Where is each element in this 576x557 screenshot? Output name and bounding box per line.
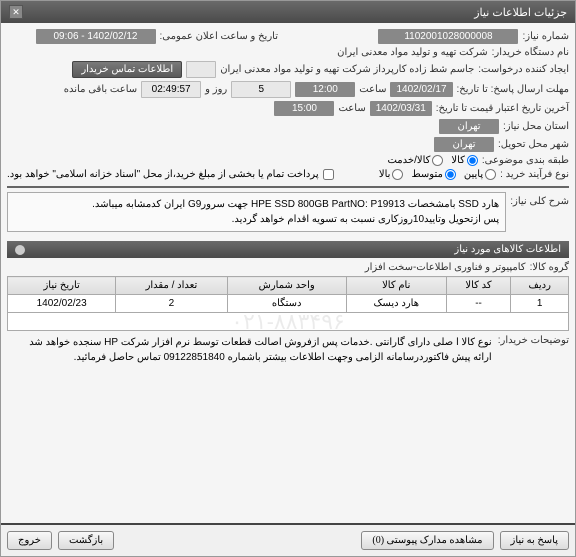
table-empty-row: ۰۲۱-۸۸۳۴۹۶ <box>8 313 569 331</box>
exit-button[interactable]: خروج <box>7 531 52 550</box>
payment-label: پرداخت تمام یا بخشی از مبلغ خرید،از محل … <box>7 169 319 180</box>
remaining-label: ساعت باقی مانده <box>64 84 137 95</box>
validity-time-label: ساعت <box>338 103 365 114</box>
collapse-icon[interactable] <box>15 245 25 255</box>
items-section-header: اطلاعات کالاهای مورد نیاز <box>7 241 569 258</box>
pt-low-input[interactable] <box>485 169 496 180</box>
cell-unit: دستگاه <box>227 295 346 313</box>
pack-label: طبقه بندی موضوعی: <box>482 155 569 166</box>
footer: پاسخ به نیاز مشاهده مدارک پیوستی (0) باز… <box>1 523 575 556</box>
pt-mid[interactable]: متوسط <box>411 169 455 180</box>
cell-code: -- <box>446 295 511 313</box>
separator <box>7 186 569 188</box>
requester-label: ایجاد کننده درخواست: <box>478 64 569 75</box>
content-area: شماره نیاز: 1102001028000008 تاریخ و ساع… <box>1 23 575 523</box>
th-unit: واحد شمارش <box>227 277 346 295</box>
pack-radio-group: کالا کالا/خدمت <box>387 155 477 166</box>
buyer-org-value: شرکت تهیه و تولید مواد معدنی ایران <box>337 47 488 58</box>
deadline-date-field: 1402/02/17 <box>390 82 452 97</box>
pack-radio-goods-service[interactable]: کالا/خدمت <box>387 155 443 166</box>
cell-name: هارد دیسک <box>346 295 446 313</box>
buyer-notes-text: نوع کالا ا صلی دارای گارانتی .خدمات پس ا… <box>7 335 492 365</box>
validity-date-field: 1402/03/31 <box>370 101 432 116</box>
pack-radio-gs-input[interactable] <box>432 155 443 166</box>
days-label: روز و <box>205 84 227 95</box>
cell-qty: 2 <box>116 295 227 313</box>
countdown-field: 02:49:57 <box>141 81 201 98</box>
pt-high-input[interactable] <box>392 169 403 180</box>
pt-high[interactable]: بالا <box>379 169 404 180</box>
watermark: ۰۲۱-۸۸۳۴۹۶ <box>231 309 345 335</box>
payment-checkbox[interactable] <box>323 169 334 180</box>
titlebar: جزئیات اطلاعات نیاز ✕ <box>1 1 575 23</box>
desc-line1: هارد SSD بامشخصات HPE SSD 800GB PartNO: … <box>14 197 499 212</box>
deadline-label: مهلت ارسال پاسخ: تا تاریخ: <box>457 84 569 95</box>
deadline-time-field: 12:00 <box>295 82 355 97</box>
window-title: جزئیات اطلاعات نیاز <box>474 6 567 19</box>
th-name: نام کالا <box>346 277 446 295</box>
th-qty: تعداد / مقدار <box>116 277 227 295</box>
items-table: ردیف کد کالا نام کالا واحد شمارش تعداد /… <box>7 276 569 331</box>
th-code: کد کالا <box>446 277 511 295</box>
desc-box: هارد SSD بامشخصات HPE SSD 800GB PartNO: … <box>7 192 506 232</box>
purchase-type-label: نوع فرآیند خرید : <box>500 169 569 180</box>
requester-spacer <box>186 61 216 78</box>
validity-time-field: 15:00 <box>274 101 334 116</box>
close-icon[interactable]: ✕ <box>9 5 23 19</box>
requester-value: جاسم شط زاده کارپرداز شرکت تهیه و تولید … <box>220 64 474 75</box>
pack-radio-goods-input[interactable] <box>467 155 478 166</box>
cell-date: 1402/02/23 <box>8 295 116 313</box>
deadline-time-label: ساعت <box>359 84 386 95</box>
purchase-type-group: پایین متوسط بالا <box>379 169 496 180</box>
need-loc-field: تهران <box>439 119 499 134</box>
pt-low[interactable]: پایین <box>464 169 496 180</box>
need-no-field: 1102001028000008 <box>378 29 518 44</box>
cell-idx: 1 <box>511 295 569 313</box>
announce-field: 1402/02/12 - 09:06 <box>36 29 156 44</box>
validity-label: آخرین تاریخ اعتبار قیمت تا تاریخ: <box>436 103 569 114</box>
need-no-label: شماره نیاز: <box>522 31 569 42</box>
buyer-org-label: نام دستگاه خریدار: <box>492 47 569 58</box>
desc-line2: پس ازتحویل وتایید10روزکاری نسبت به تسویه… <box>14 212 499 227</box>
goods-group-label: گروه کالا: <box>530 262 569 273</box>
deliver-loc-label: شهر محل تحویل: <box>498 139 569 150</box>
table-header-row: ردیف کد کالا نام کالا واحد شمارش تعداد /… <box>8 277 569 295</box>
payment-checkbox-row: پرداخت تمام یا بخشی از مبلغ خرید،از محل … <box>7 169 334 180</box>
th-idx: ردیف <box>511 277 569 295</box>
th-date: تاریخ نیاز <box>8 277 116 295</box>
deliver-loc-field: تهران <box>434 137 494 152</box>
desc-label: شرح کلی نیاز: <box>510 192 569 207</box>
attachments-button[interactable]: مشاهده مدارک پیوستی (0) <box>361 531 493 550</box>
announce-label: تاریخ و ساعت اعلان عمومی: <box>160 31 279 42</box>
respond-button[interactable]: پاسخ به نیاز <box>500 531 570 550</box>
pt-mid-input[interactable] <box>445 169 456 180</box>
contact-buyer-button[interactable]: اطلاعات تماس خریدار <box>72 61 182 78</box>
items-section-title: اطلاعات کالاهای مورد نیاز <box>454 244 561 255</box>
need-loc-label: استان محل نیاز: <box>503 121 569 132</box>
goods-group-value: کامپیوتر و فناوری اطلاعات-سخت افزار <box>365 262 526 273</box>
days-field: 5 <box>231 81 291 98</box>
table-row[interactable]: 1 -- هارد دیسک دستگاه 2 1402/02/23 <box>8 295 569 313</box>
pack-radio-goods[interactable]: کالا <box>451 155 478 166</box>
back-button[interactable]: بازگشت <box>58 531 114 550</box>
buyer-notes-label: توضیحات خریدار: <box>498 335 569 365</box>
